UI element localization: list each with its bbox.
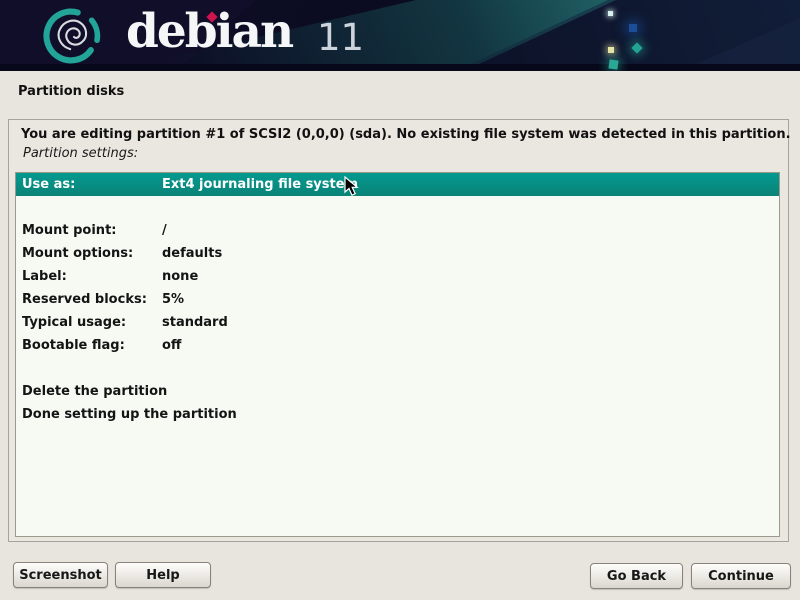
header-banner: debian 11 <box>0 0 800 71</box>
list-spacer <box>16 196 779 219</box>
edit-partition-message: You are editing partition #1 of SCSI2 (0… <box>21 127 791 142</box>
help-button[interactable]: Help <box>115 562 211 588</box>
list-item[interactable]: Use as: Ext4 journaling file system <box>16 173 779 196</box>
item-label: Done setting up the partition <box>22 403 237 426</box>
debian-swirl-icon <box>42 5 104 67</box>
item-value: none <box>162 265 198 288</box>
debian-version: 11 <box>317 16 364 59</box>
list-item[interactable]: Label: none <box>16 265 779 288</box>
decor-square-blue <box>629 24 637 32</box>
content-frame: You are editing partition #1 of SCSI2 (0… <box>8 119 789 542</box>
item-label: Delete the partition <box>22 380 167 403</box>
installer-window: debian 11 Partition disks You are editin… <box>0 0 800 600</box>
item-label: Mount options: <box>22 242 133 265</box>
mouse-cursor-icon <box>344 176 359 197</box>
list-item[interactable]: Reserved blocks: 5% <box>16 288 779 311</box>
list-item[interactable]: Mount point: / <box>16 219 779 242</box>
screenshot-button[interactable]: Screenshot <box>13 562 108 588</box>
item-value: Ext4 journaling file system <box>162 173 358 196</box>
item-value: 5% <box>162 288 184 311</box>
page-title: Partition disks <box>18 84 124 99</box>
decor-square-white <box>608 11 613 16</box>
partition-settings-label: Partition settings: <box>23 146 138 161</box>
item-label: Typical usage: <box>22 311 126 334</box>
decor-square-yellow <box>608 47 614 53</box>
item-value: off <box>162 334 181 357</box>
list-spacer <box>16 357 779 380</box>
item-label: Bootable flag: <box>22 334 125 357</box>
partition-list[interactable]: Use as: Ext4 journaling file system Mount … <box>15 172 780 537</box>
item-value: defaults <box>162 242 222 265</box>
item-value: / <box>162 219 167 242</box>
decor-square-teal <box>608 59 618 69</box>
item-label: Label: <box>22 265 67 288</box>
go-back-button[interactable]: Go Back <box>590 563 683 589</box>
item-value: standard <box>162 311 228 334</box>
list-item[interactable]: Mount options: defaults <box>16 242 779 265</box>
continue-button[interactable]: Continue <box>691 563 791 589</box>
item-label: Mount point: <box>22 219 116 242</box>
list-item[interactable]: Typical usage: standard <box>16 311 779 334</box>
item-label: Reserved blocks: <box>22 288 147 311</box>
list-item[interactable]: Delete the partition <box>16 380 779 403</box>
list-item[interactable]: Bootable flag: off <box>16 334 779 357</box>
item-label: Use as: <box>22 173 75 196</box>
debian-wordmark: debian <box>126 4 292 59</box>
header-bottom-strip <box>0 64 800 71</box>
list-item[interactable]: Done setting up the partition <box>16 403 779 426</box>
